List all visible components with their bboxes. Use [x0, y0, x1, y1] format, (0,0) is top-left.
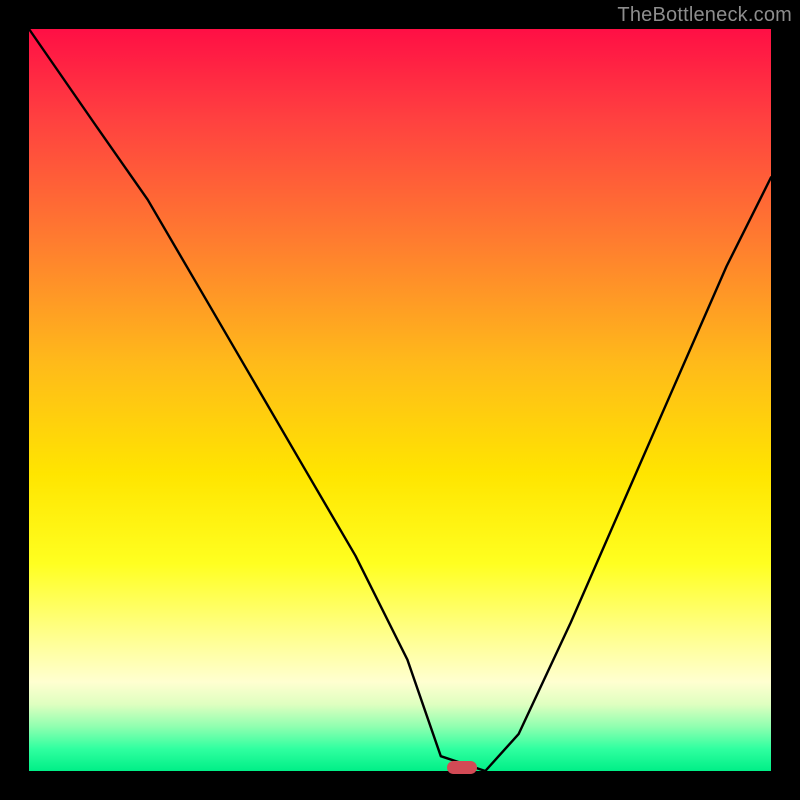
plot-area — [29, 29, 771, 771]
optimal-marker — [447, 761, 477, 774]
chart-container: TheBottleneck.com — [0, 0, 800, 800]
watermark-label: TheBottleneck.com — [617, 4, 792, 27]
bottleneck-curve — [29, 29, 771, 771]
